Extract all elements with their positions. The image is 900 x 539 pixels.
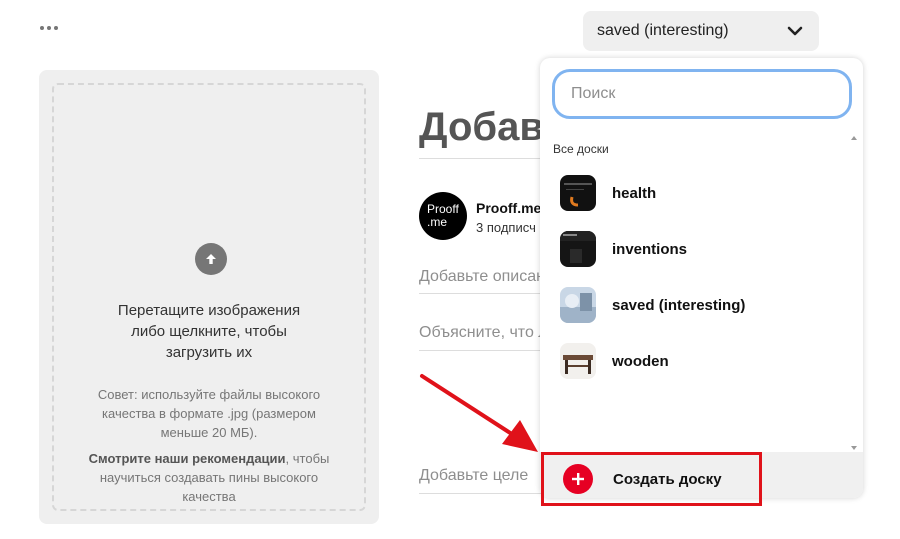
board-thumbnail [560, 287, 596, 323]
scroll-down-icon[interactable] [851, 446, 857, 450]
section-label: Все доски [553, 142, 609, 156]
dropdown-scrollbar[interactable] [849, 134, 859, 452]
plus-icon [563, 464, 593, 494]
board-item-health[interactable]: health [560, 174, 840, 212]
board-name: saved (interesting) [612, 296, 746, 314]
board-name: wooden [612, 352, 669, 370]
board-item-inventions[interactable]: inventions [560, 230, 840, 268]
board-dropdown: Все доски health inventions saved (inter… [540, 58, 863, 498]
board-name: inventions [612, 240, 688, 258]
board-item-wooden[interactable]: wooden [560, 342, 840, 380]
board-thumbnail [560, 175, 596, 211]
create-board-button[interactable]: Создать доску [563, 464, 722, 494]
board-item-saved-interesting[interactable]: saved (interesting) [560, 286, 840, 324]
scroll-up-icon[interactable] [851, 136, 857, 140]
board-thumbnail [560, 343, 596, 379]
create-board-label: Создать доску [613, 470, 722, 488]
board-search-input[interactable] [552, 69, 852, 119]
board-thumbnail [560, 231, 596, 267]
board-name: health [612, 184, 657, 202]
board-list: Все доски health inventions saved (inter… [540, 134, 863, 454]
